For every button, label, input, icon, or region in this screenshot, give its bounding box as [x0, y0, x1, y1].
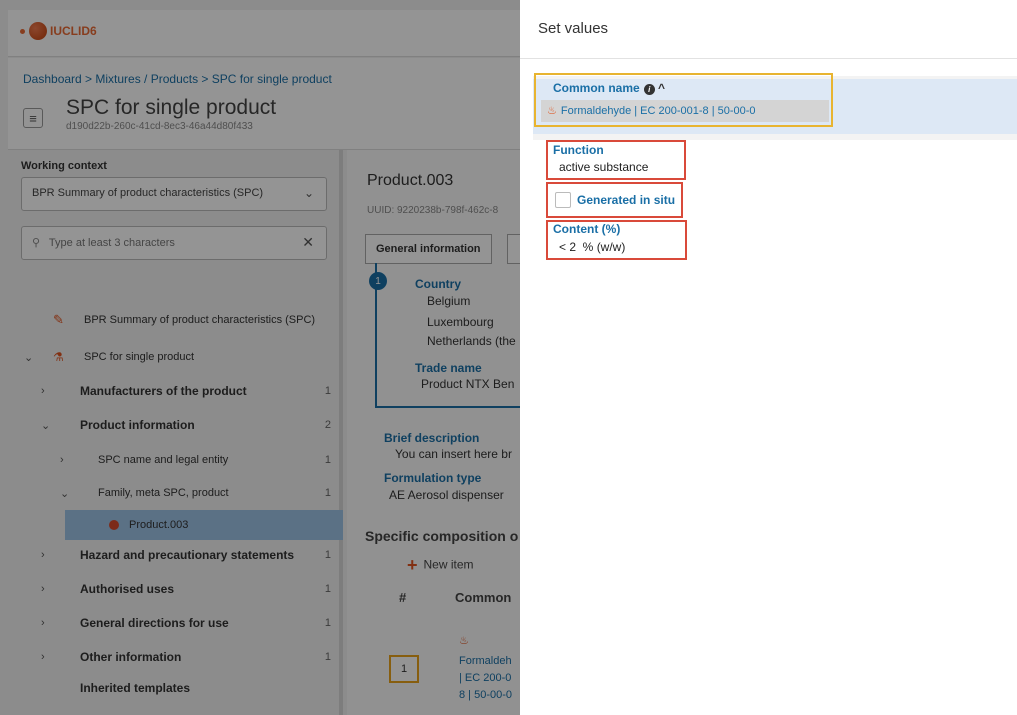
modal-overlay[interactable]	[0, 0, 520, 715]
highlight-content	[546, 220, 687, 260]
highlight-generated-in-situ	[546, 182, 683, 218]
dialog-divider	[520, 58, 1017, 59]
highlight-function	[546, 140, 686, 180]
highlight-common-name	[534, 73, 833, 127]
dialog-title: Set values	[538, 20, 609, 37]
